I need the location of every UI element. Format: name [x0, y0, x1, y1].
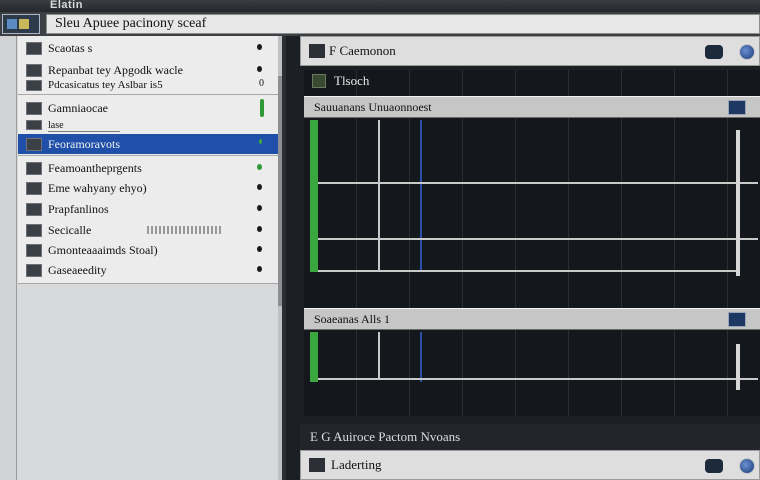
app-logo-icon[interactable] — [2, 14, 40, 34]
panel-icon — [309, 44, 325, 58]
divider — [48, 131, 120, 132]
sidebar-item-6[interactable]: Feamoantheprgents — [18, 159, 278, 177]
active-indicator — [260, 99, 264, 117]
sidebar-item-10[interactable]: Gmonteaaaimds Stoal) — [18, 241, 278, 259]
section-expand-button[interactable] — [728, 100, 746, 115]
section-title: Sauuanans Unuaonnoest — [314, 100, 432, 114]
track-green-marker — [310, 332, 318, 382]
divider — [18, 94, 278, 95]
media-icon — [26, 161, 42, 175]
sidebar-item-label: Eme wahyany ehyo) — [48, 180, 147, 195]
status-dot — [257, 226, 262, 232]
settings-icon — [26, 223, 42, 237]
bottom-menu-button[interactable] — [705, 459, 723, 473]
image-icon — [26, 120, 42, 130]
globe-icon[interactable] — [739, 44, 755, 60]
sidebar-item-2[interactable]: Pdcasicatus tey Aslbar is5 0 — [18, 77, 278, 93]
panel-icon — [309, 458, 325, 472]
sidebar-item-label: Gaseaeedity — [48, 262, 107, 277]
scrollbar-thumb[interactable] — [278, 76, 282, 306]
section-title: Soaeanas Alls 1 — [314, 312, 390, 326]
globe-icon[interactable] — [739, 458, 755, 474]
sidebar-item-label: lase — [48, 119, 64, 131]
sidebar-item-label: Pdcasicatus tey Aslbar is5 — [48, 79, 163, 91]
clip-block[interactable] — [318, 332, 380, 380]
status-dot — [257, 44, 262, 50]
sidebar-item-label: Scaotas s — [48, 40, 93, 55]
left-pane: Scaotas s Repanbat tey Apgodk wacle Pdca… — [17, 36, 280, 480]
panel-header: F Caemonon — [300, 36, 760, 66]
playhead-line[interactable] — [420, 120, 422, 272]
item-count: 0 — [259, 78, 264, 89]
track-green-marker — [310, 120, 318, 272]
track-line — [318, 270, 740, 272]
profile-icon — [26, 202, 42, 216]
list-icon — [26, 181, 42, 195]
nav-list: Scaotas s Repanbat tey Apgodk wacle Pdca… — [18, 36, 278, 284]
address-bar[interactable]: Sleu Apuee pacinony sceaf — [46, 14, 760, 34]
game-icon — [26, 101, 42, 115]
section-header-top[interactable]: Sauuanans Unuaonnoest — [304, 96, 760, 118]
left-scrollbar[interactable] — [278, 36, 282, 480]
progress-dashes — [147, 226, 221, 234]
sidebar-item-5[interactable]: Feoramoravots — [18, 134, 278, 154]
sidebar-item-3[interactable]: Gamniaocae — [18, 99, 278, 117]
document-icon — [26, 63, 42, 77]
sidebar-item-label: Feoramoravots — [48, 136, 120, 151]
folder-icon — [26, 41, 42, 55]
status-dot — [257, 246, 262, 252]
sidebar-item-7[interactable]: Eme wahyany ehyo) — [18, 179, 278, 197]
section-expand-button[interactable] — [728, 312, 746, 327]
section-header-mid[interactable]: Soaeanas Alls 1 — [304, 308, 760, 330]
sidebar-item-11[interactable]: Gaseaeedity — [18, 261, 278, 279]
track-label-row: Tlsoch — [308, 70, 760, 92]
status-dot — [259, 139, 262, 144]
track-line — [318, 238, 758, 240]
title-bar: Elatin — [0, 0, 760, 12]
address-row: Sleu Apuee pacinony sceaf — [0, 12, 760, 36]
sidebar-item-label: Prapfanlinos — [48, 201, 109, 216]
tool-icon — [26, 137, 42, 151]
left-gutter — [0, 36, 17, 480]
panel-menu-button[interactable] — [705, 45, 723, 59]
sidebar-item-label: Repanbat tey Apgodk wacle — [48, 62, 183, 77]
playhead-line[interactable] — [420, 332, 422, 382]
document-icon — [26, 79, 42, 91]
bottom-header: Laderting — [300, 450, 760, 480]
status-dot — [257, 164, 262, 170]
security-icon — [26, 263, 42, 277]
track-line — [318, 182, 758, 184]
sidebar-item-8[interactable]: Prapfanlinos — [18, 200, 278, 218]
status-dot — [257, 205, 262, 211]
bottom-title: Laderting — [331, 457, 382, 472]
storage-icon — [26, 243, 42, 257]
track-line — [318, 378, 758, 380]
track-end-marker[interactable] — [736, 130, 740, 276]
sidebar-item-0[interactable]: Scaotas s — [18, 39, 278, 57]
track-end-marker[interactable] — [736, 344, 740, 390]
track-label: Tlsoch — [334, 73, 370, 88]
divider — [18, 155, 278, 156]
status-dot — [257, 184, 262, 190]
app-title: Elatin — [50, 0, 83, 11]
footer-bar: E G Auiroce Pactom Nvoans — [300, 424, 760, 450]
thumbnail-icon — [312, 74, 326, 88]
panel-title: F Caemonon — [329, 43, 396, 58]
sidebar-item-label: Secicalle — [48, 222, 92, 237]
sidebar-item-label: Feamoantheprgents — [48, 160, 142, 175]
status-dot — [257, 266, 262, 272]
sidebar-item-label: Gamniaocae — [48, 100, 108, 115]
sidebar-item-label: Gmonteaaaimds Stoal) — [48, 242, 158, 257]
status-dot — [257, 66, 262, 72]
clip-block[interactable] — [318, 120, 380, 272]
